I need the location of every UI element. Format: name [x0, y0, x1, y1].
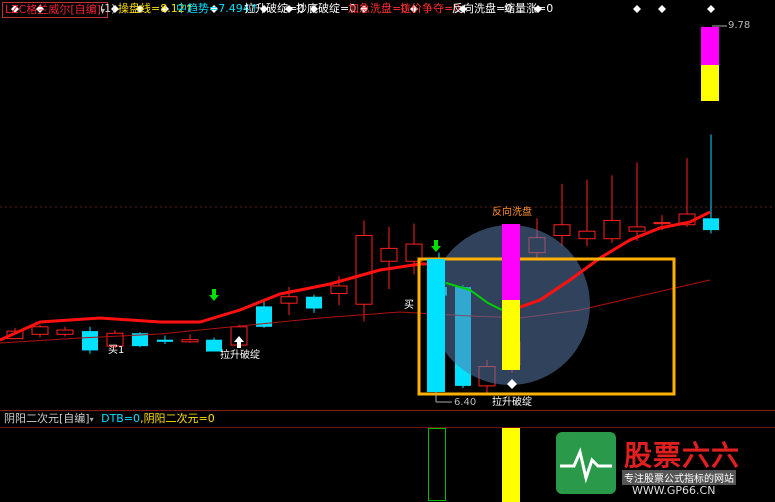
low-price-label: 6.40 — [454, 397, 477, 408]
candle-body — [603, 219, 621, 240]
indicator-title-button[interactable]: LZC格兰威尔[自编]▾ — [2, 2, 108, 18]
green-outline-bar — [428, 428, 446, 501]
period-label: (1) — [100, 2, 116, 15]
candle-body — [56, 329, 74, 335]
yellow-bar-top — [701, 65, 719, 101]
brand-name: 股票六六 — [624, 439, 741, 472]
indicator-title: LZC格兰威尔[自编] — [5, 3, 101, 16]
candle-body — [181, 339, 199, 343]
reverse-wash-label: 反向洗盘 — [492, 207, 532, 218]
brand-url: WWW.GP66.CN — [632, 484, 716, 497]
diamond-marker — [633, 5, 641, 13]
candle-body — [578, 230, 596, 240]
candle-body — [355, 234, 373, 305]
candle-body — [628, 226, 646, 232]
candle-body — [653, 222, 671, 225]
candle-body — [703, 218, 719, 231]
diamond-marker — [658, 5, 666, 13]
ma-main-line — [0, 262, 445, 342]
brand-slogan: 专注股票公式指标的网站 — [622, 470, 736, 485]
logo-icon — [556, 432, 616, 494]
yellow-sub-bar — [502, 428, 520, 502]
sub-header-divider — [0, 427, 775, 428]
candle-body — [31, 326, 49, 335]
yellow-bar-mid — [502, 300, 520, 370]
buy1-label: 买1 — [108, 345, 125, 356]
diamond-marker — [707, 5, 715, 13]
magenta-bar-top — [701, 27, 719, 65]
lift-break-label-1: 拉升破绽 — [220, 350, 260, 361]
big-cyan-bar — [427, 259, 445, 392]
candle-body — [280, 296, 298, 304]
dtb-value: DTB=0 — [101, 412, 141, 425]
magenta-bar-mid — [502, 224, 520, 300]
sub-header: 阴阳二次元[自编]▾ DTB=0,阴阳二次元=0 — [4, 411, 215, 427]
candle-body — [82, 331, 98, 351]
chevron-down-icon: ▾ — [89, 415, 94, 424]
candle-body — [553, 224, 571, 236]
candle-body — [306, 296, 322, 309]
high-price-label: 9.78 — [728, 20, 751, 31]
indicator-shrink-rise: 缩量涨=0 — [504, 2, 554, 15]
sub-indicator-title[interactable]: 阴阳二次元[自编] — [4, 412, 90, 425]
lift-break-label-2: 拉升破绽 — [492, 397, 532, 408]
yinyang-value: 阴阳二次元=0 — [143, 412, 215, 425]
arrow-down-marker-2 — [431, 240, 441, 252]
candle-body — [157, 339, 173, 342]
buy-label: 买 — [404, 300, 414, 311]
arrow-down-marker-1 — [209, 289, 219, 301]
pulse-icon — [560, 447, 612, 484]
watermark-logo: 股票六六 专注股票公式指标的网站 WWW.GP66.CN — [556, 432, 775, 502]
candle-body — [330, 285, 348, 294]
candle-body — [380, 247, 398, 262]
